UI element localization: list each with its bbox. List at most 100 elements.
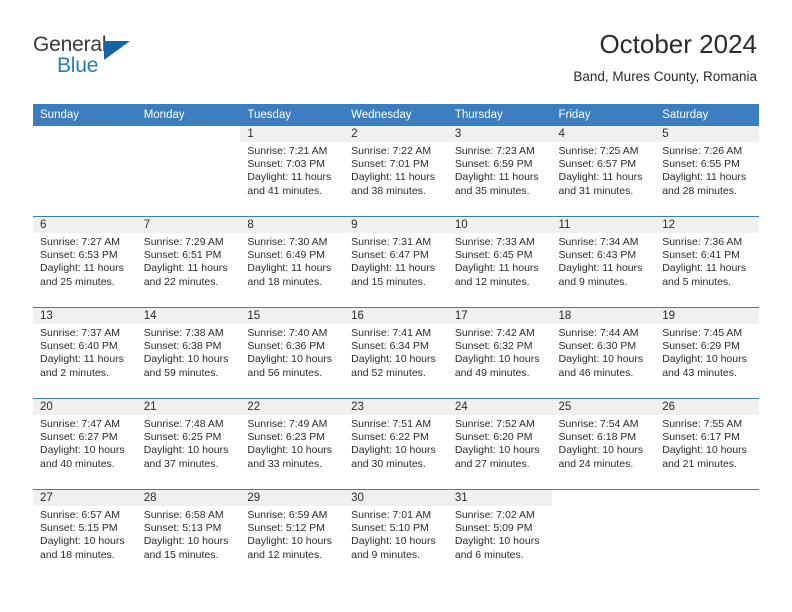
sunset-text: Sunset: 6:47 PM [351, 249, 429, 262]
sunset-text: Sunset: 6:57 PM [558, 158, 637, 171]
day-details: Sunrise: 7:26 AM Sunset: 6:55 PM Daylight:… [655, 142, 759, 198]
day-details: Sunrise: 7:54 AM Sunset: 6:18 PM Daylight:… [552, 415, 656, 471]
weekday-header-sunday: Sunday [33, 104, 137, 126]
daylight-text-line2: and 21 minutes. [662, 457, 737, 470]
location-subtitle: Band, Mures County, Romania [573, 69, 757, 84]
calendar-day-cell-empty [655, 489, 759, 580]
daylight-text-line2: and 40 minutes. [40, 457, 115, 470]
daylight-text-line1: Daylight: 10 hours [662, 444, 747, 457]
day-number: 29 [240, 490, 345, 506]
sunrise-text: Sunrise: 7:52 AM [454, 418, 535, 430]
calendar-day-cell-empty [137, 126, 241, 217]
calendar-day-cell[interactable]: 15 Sunrise: 7:40 AM Sunset: 6:36 PM Dayligh… [240, 307, 345, 399]
calendar-day-cell[interactable]: 25 Sunrise: 7:54 AM Sunset: 6:18 PM Dayligh… [551, 398, 656, 490]
daylight-text-line1: Daylight: 11 hours [454, 171, 539, 184]
day-details: Sunrise: 7:44 AM Sunset: 6:30 PM Daylight:… [552, 324, 656, 380]
calendar-day-cell[interactable]: 17 Sunrise: 7:42 AM Sunset: 6:32 PM Dayligh… [447, 307, 552, 399]
sunrise-text: Sunrise: 7:44 AM [558, 327, 639, 339]
calendar-day-cell[interactable]: 21 Sunrise: 7:48 AM Sunset: 6:25 PM Dayligh… [136, 398, 241, 490]
calendar-day-cell[interactable]: 14 Sunrise: 7:38 AM Sunset: 6:38 PM Dayligh… [136, 307, 241, 399]
calendar-body: 1 Sunrise: 7:21 AM Sunset: 7:03 PM Daylight… [33, 126, 759, 580]
calendar-day-cell-empty [551, 489, 656, 580]
calendar-day-cell[interactable]: 13 Sunrise: 7:37 AM Sunset: 6:40 PM Dayligh… [33, 307, 137, 399]
sunrise-text: Sunrise: 7:37 AM [40, 327, 120, 339]
day-number: 9 [344, 217, 448, 233]
calendar-day-cell[interactable]: 6 Sunrise: 7:27 AM Sunset: 6:53 PM Daylight… [33, 216, 137, 308]
day-number: 27 [33, 490, 137, 506]
calendar-day-cell[interactable]: 26 Sunrise: 7:55 AM Sunset: 6:17 PM Dayligh… [655, 398, 759, 490]
calendar-day-cell[interactable]: 22 Sunrise: 7:49 AM Sunset: 6:23 PM Dayligh… [240, 398, 345, 490]
calendar-day-cell[interactable]: 20 Sunrise: 7:47 AM Sunset: 6:27 PM Dayligh… [33, 398, 137, 490]
daylight-text-line1: Daylight: 11 hours [662, 171, 747, 184]
day-number: 20 [33, 399, 137, 415]
day-details: Sunrise: 7:33 AM Sunset: 6:45 PM Daylight:… [448, 233, 552, 289]
daylight-text-line2: and 18 minutes. [247, 275, 323, 288]
daylight-text-line1: Daylight: 11 hours [558, 262, 643, 275]
day-number: 10 [447, 217, 552, 233]
day-details: Sunrise: 7:47 AM Sunset: 6:27 PM Daylight:… [33, 415, 137, 471]
day-details: Sunrise: 7:02 AM Sunset: 5:09 PM Daylight:… [448, 506, 552, 562]
calendar-day-cell[interactable]: 29 Sunrise: 6:59 AM Sunset: 5:12 PM Dayligh… [240, 489, 345, 580]
calendar-day-cell[interactable]: 7 Sunrise: 7:29 AM Sunset: 6:51 PM Daylight… [136, 216, 241, 308]
sunrise-text: Sunrise: 7:25 AM [558, 145, 639, 157]
day-number: 30 [344, 490, 448, 506]
sunset-text: Sunset: 6:17 PM [662, 431, 740, 444]
daylight-text-line1: Daylight: 11 hours [40, 262, 124, 275]
sunrise-text: Sunrise: 7:36 AM [662, 236, 743, 248]
daylight-text-line2: and 12 minutes. [247, 548, 323, 561]
calendar-day-cell[interactable]: 5 Sunrise: 7:26 AM Sunset: 6:55 PM Daylight… [655, 126, 759, 217]
sunrise-text: Sunrise: 7:31 AM [351, 236, 432, 248]
daylight-text-line1: Daylight: 10 hours [351, 444, 436, 457]
day-details: Sunrise: 7:42 AM Sunset: 6:32 PM Daylight:… [448, 324, 552, 380]
general-blue-logo[interactable]: General Blue [33, 33, 193, 81]
sunset-text: Sunset: 6:34 PM [351, 340, 429, 353]
sunrise-text: Sunrise: 7:30 AM [247, 236, 328, 248]
calendar-day-cell[interactable]: 16 Sunrise: 7:41 AM Sunset: 6:34 PM Dayligh… [344, 307, 448, 399]
calendar-page: General Blue October 2024 Band, Mures Co… [0, 0, 792, 612]
sunrise-text: Sunrise: 7:49 AM [247, 418, 328, 430]
daylight-text-line2: and 15 minutes. [351, 275, 426, 288]
day-number: 13 [33, 308, 137, 324]
sunset-text: Sunset: 5:09 PM [454, 522, 533, 535]
sunrise-text: Sunrise: 7:29 AM [143, 236, 224, 248]
daylight-text-line2: and 24 minutes. [558, 457, 634, 470]
daylight-text-line1: Daylight: 10 hours [558, 353, 644, 366]
sunrise-text: Sunrise: 7:41 AM [351, 327, 432, 339]
calendar-day-cell[interactable]: 4 Sunrise: 7:25 AM Sunset: 6:57 PM Daylight… [551, 126, 656, 217]
calendar-day-cell[interactable]: 24 Sunrise: 7:52 AM Sunset: 6:20 PM Dayligh… [447, 398, 552, 490]
calendar-day-cell[interactable]: 9 Sunrise: 7:31 AM Sunset: 6:47 PM Daylight… [344, 216, 448, 308]
calendar-day-cell[interactable]: 1 Sunrise: 7:21 AM Sunset: 7:03 PM Daylight… [240, 126, 345, 217]
day-number: 17 [447, 308, 552, 324]
daylight-text-line1: Daylight: 11 hours [662, 262, 747, 275]
day-number: 12 [655, 217, 759, 233]
calendar-day-cell[interactable]: 31 Sunrise: 7:02 AM Sunset: 5:09 PM Dayligh… [447, 489, 552, 580]
sunrise-text: Sunrise: 7:21 AM [247, 145, 328, 157]
calendar-day-cell[interactable]: 27 Sunrise: 6:57 AM Sunset: 5:15 PM Dayligh… [33, 489, 137, 580]
calendar-day-cell-empty [33, 126, 137, 217]
calendar-day-cell[interactable]: 3 Sunrise: 7:23 AM Sunset: 6:59 PM Daylight… [447, 126, 552, 217]
calendar-day-cell[interactable]: 8 Sunrise: 7:30 AM Sunset: 6:49 PM Daylight… [240, 216, 345, 308]
sunrise-text: Sunrise: 7:51 AM [351, 418, 432, 430]
daylight-text-line1: Daylight: 10 hours [454, 353, 540, 366]
day-details: Sunrise: 7:31 AM Sunset: 6:47 PM Daylight:… [344, 233, 448, 289]
sunset-text: Sunset: 6:27 PM [40, 431, 118, 444]
daylight-text-line2: and 15 minutes. [143, 548, 219, 561]
calendar-day-cell[interactable]: 23 Sunrise: 7:51 AM Sunset: 6:22 PM Dayligh… [344, 398, 448, 490]
calendar-day-cell[interactable]: 18 Sunrise: 7:44 AM Sunset: 6:30 PM Dayligh… [551, 307, 656, 399]
daylight-text-line1: Daylight: 10 hours [558, 444, 644, 457]
day-number: 28 [136, 490, 241, 506]
day-number: 2 [344, 126, 448, 142]
calendar-day-cell[interactable]: 11 Sunrise: 7:34 AM Sunset: 6:43 PM Dayligh… [551, 216, 656, 308]
sunrise-text: Sunrise: 7:47 AM [40, 418, 120, 430]
calendar-day-cell[interactable]: 10 Sunrise: 7:33 AM Sunset: 6:45 PM Dayligh… [447, 216, 552, 308]
daylight-text-line2: and 9 minutes. [351, 548, 420, 561]
calendar-day-cell[interactable]: 19 Sunrise: 7:45 AM Sunset: 6:29 PM Dayligh… [655, 307, 759, 399]
daylight-text-line2: and 5 minutes. [662, 275, 732, 288]
sunrise-text: Sunrise: 7:34 AM [558, 236, 639, 248]
daylight-text-line1: Daylight: 10 hours [454, 444, 540, 457]
calendar-day-cell[interactable]: 12 Sunrise: 7:36 AM Sunset: 6:41 PM Dayligh… [655, 216, 759, 308]
calendar-day-cell[interactable]: 28 Sunrise: 6:58 AM Sunset: 5:13 PM Dayligh… [136, 489, 241, 580]
day-details: Sunrise: 7:45 AM Sunset: 6:29 PM Daylight:… [655, 324, 759, 380]
calendar-day-cell[interactable]: 30 Sunrise: 7:01 AM Sunset: 5:10 PM Dayligh… [344, 489, 448, 580]
calendar-day-cell[interactable]: 2 Sunrise: 7:22 AM Sunset: 7:01 PM Daylight… [344, 126, 448, 217]
